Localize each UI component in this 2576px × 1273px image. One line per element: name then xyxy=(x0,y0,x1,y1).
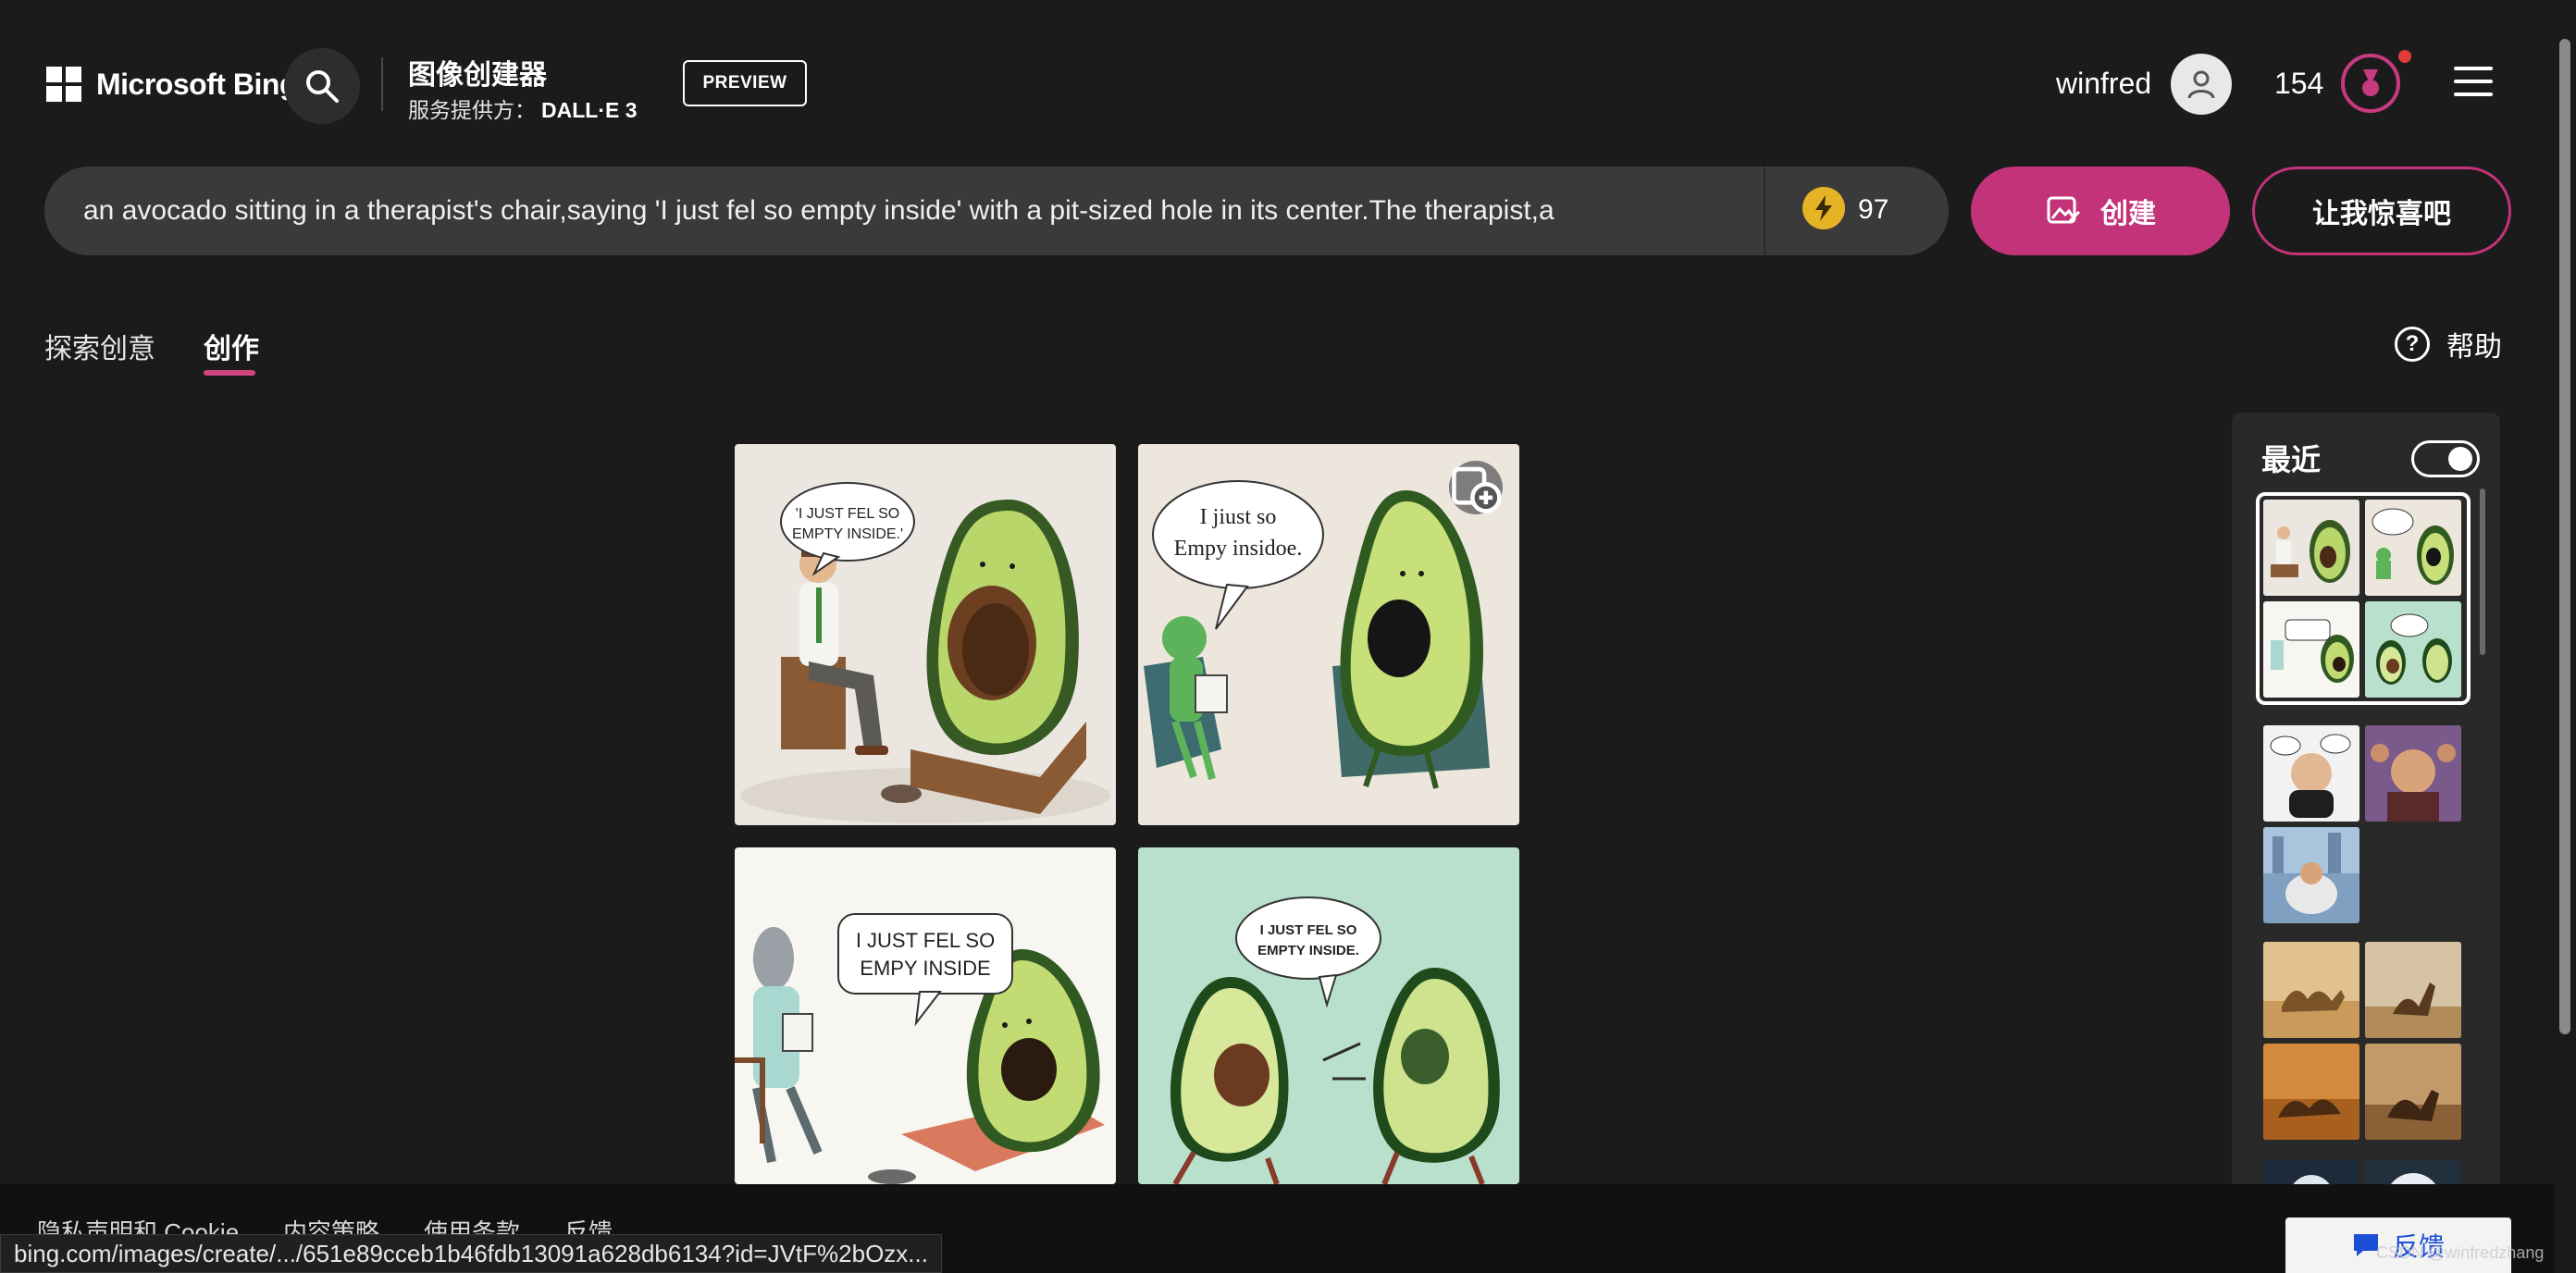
recent-panel: 最近 xyxy=(2232,413,2500,1245)
recent-thumb xyxy=(2263,725,2359,822)
recent-thumb xyxy=(2263,827,2359,923)
image-3-bubble-line-2: EMPY INSIDE xyxy=(860,957,990,980)
generated-image-1[interactable]: 'I JUST FEL SO EMPTY INSIDE.' xyxy=(735,444,1116,825)
user-avatar-icon xyxy=(2187,70,2215,99)
preview-badge[interactable]: PREVIEW xyxy=(683,60,807,106)
help-link[interactable]: ? 帮助 xyxy=(2395,324,2502,365)
recent-thumb xyxy=(2365,725,2461,822)
image-4-bubble-line-2: EMPTY INSIDE. xyxy=(1257,943,1359,958)
tab-explore[interactable]: 探索创意 xyxy=(44,326,155,366)
brand-name: Microsoft Bing xyxy=(96,67,297,101)
boost-bolt-icon xyxy=(1802,187,1845,229)
windows-logo-icon xyxy=(46,67,81,102)
app-title: 图像创建器 xyxy=(408,60,547,91)
recent-thumb xyxy=(2263,1044,2359,1140)
prompt-divider xyxy=(1764,167,1765,255)
create-label: 创建 xyxy=(2100,199,2156,229)
tab-creations[interactable]: 创作 xyxy=(204,326,259,366)
header-divider xyxy=(381,57,383,111)
toggle-knob xyxy=(2448,447,2472,471)
prompt-input[interactable] xyxy=(83,167,1721,255)
boost-count: 97 xyxy=(1858,194,1889,225)
recent-group-avocado[interactable] xyxy=(2256,492,2471,705)
recent-thumb xyxy=(2263,500,2359,596)
status-bar-url: bing.com/images/create/.../651e89cceb1b4… xyxy=(0,1234,942,1273)
rewards-button[interactable] xyxy=(2341,54,2400,113)
image-2-bubble-line-2: Empy insidoe. xyxy=(1174,537,1303,561)
search-icon xyxy=(306,70,339,103)
bing-logo[interactable]: Microsoft Bing xyxy=(46,67,297,102)
generated-image-4[interactable]: I JUST FEL SO EMPTY INSIDE. xyxy=(1138,847,1519,1184)
create-button[interactable]: 创建 xyxy=(1971,167,2230,255)
generated-image-3[interactable]: I JUST FEL SO EMPY INSIDE xyxy=(735,847,1116,1184)
notification-dot xyxy=(2398,50,2411,63)
recent-thumb xyxy=(2263,601,2359,698)
provider-name: DALL·E 3 xyxy=(541,98,638,122)
collection-add-icon xyxy=(1452,466,1502,513)
generated-image-2[interactable]: I jiust so Empy insidoe. xyxy=(1138,444,1519,825)
recent-thumb xyxy=(2365,500,2461,596)
create-image-icon xyxy=(2047,196,2080,224)
page-scrollbar-thumb[interactable] xyxy=(2559,39,2570,1034)
image-1-bubble-line-1: 'I JUST FEL SO xyxy=(796,506,899,522)
help-icon: ? xyxy=(2395,327,2430,362)
prompt-bar xyxy=(44,167,1949,255)
image-2-bubble-line-1: I jiust so xyxy=(1200,505,1277,529)
recent-title: 最近 xyxy=(2261,443,2322,476)
search-button[interactable] xyxy=(284,48,360,124)
avatar[interactable] xyxy=(2171,54,2232,115)
hamburger-menu-icon[interactable] xyxy=(2454,67,2493,96)
provider-line: 服务提供方： DALL·E 3 xyxy=(408,93,638,124)
recent-thumb xyxy=(2365,601,2461,698)
help-label: 帮助 xyxy=(2446,332,2502,363)
image-1-bubble-line-2: EMPTY INSIDE.' xyxy=(792,526,903,542)
recent-scrollbar[interactable] xyxy=(2480,488,2485,655)
recent-group-camels[interactable] xyxy=(2263,942,2463,1140)
add-to-collection-button[interactable] xyxy=(1449,461,1503,514)
recent-thumb-empty xyxy=(2365,827,2461,923)
image-4-bubble-line-1: I JUST FEL SO xyxy=(1260,922,1357,938)
recent-thumb xyxy=(2263,942,2359,1038)
rewards-medal-icon xyxy=(2362,69,2379,96)
recent-thumb xyxy=(2365,942,2461,1038)
active-tab-indicator xyxy=(204,370,255,376)
recent-thumb xyxy=(2365,1044,2461,1140)
image-3-bubble-line-1: I JUST FEL SO xyxy=(856,929,995,952)
header: Microsoft Bing 图像创建器 服务提供方： DALL·E 3 PREV… xyxy=(0,0,2554,167)
surprise-me-button[interactable]: 让我惊喜吧 xyxy=(2252,167,2511,255)
recent-group-cartoon[interactable] xyxy=(2263,725,2463,923)
username[interactable]: winfred xyxy=(2056,67,2151,101)
provider-label: 服务提供方： xyxy=(408,98,536,122)
reward-points[interactable]: 154 xyxy=(2274,67,2323,101)
recent-toggle[interactable] xyxy=(2411,440,2480,477)
watermark: CSDN @winfredzhang xyxy=(2376,1243,2545,1262)
